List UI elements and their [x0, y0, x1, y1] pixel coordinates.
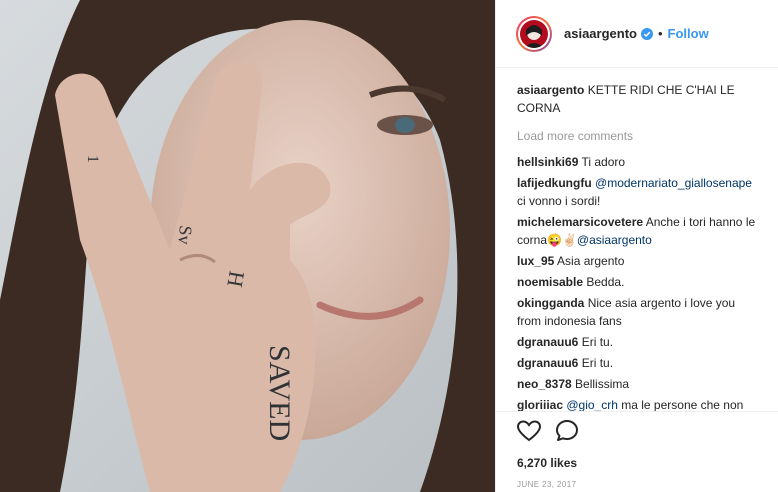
- comment-mention[interactable]: @asiaargento: [577, 233, 652, 247]
- comment-item: gloriiiac @gio_crh ma le persone che non…: [517, 396, 760, 411]
- post-photo[interactable]: H Sv 1 SAVED: [0, 0, 495, 492]
- comment-item: noemisable Bedda.: [517, 273, 760, 291]
- comment-item: lux_95 Asia argento: [517, 252, 760, 270]
- username-link[interactable]: asiaargento: [564, 26, 637, 41]
- comment-item: okingganda Nice asia argento i love you …: [517, 294, 760, 330]
- heart-icon[interactable]: [516, 419, 542, 447]
- comments-list[interactable]: asiaargento KETTE RIDI CHE C'HAI LE CORN…: [496, 69, 778, 411]
- comment-icon[interactable]: [555, 419, 579, 448]
- comment-item: neo_8378 Bellissima: [517, 375, 760, 393]
- comment-username[interactable]: gloriiiac: [517, 398, 563, 411]
- post-caption: asiaargento KETTE RIDI CHE C'HAI LE CORN…: [517, 81, 760, 117]
- comment-username[interactable]: dgranauu6: [517, 356, 578, 370]
- post-date[interactable]: JUNE 23, 2017: [517, 480, 760, 489]
- comment-text: Bellissima: [575, 377, 630, 391]
- comment-item: dgranauu6 Eri tu.: [517, 354, 760, 372]
- comment-username[interactable]: neo_8378: [517, 377, 572, 391]
- selfie-image: H Sv 1 SAVED: [0, 0, 495, 492]
- comment-text: Asia argento: [557, 254, 625, 268]
- caption-username[interactable]: asiaargento: [517, 83, 584, 97]
- comment-username[interactable]: noemisable: [517, 275, 583, 289]
- comment-username[interactable]: okingganda: [517, 296, 584, 310]
- comment-mention[interactable]: @gio_crh: [566, 398, 618, 411]
- avatar-illustration-icon: [524, 24, 544, 48]
- post-header: asiaargento • Follow: [496, 0, 778, 68]
- tattoo-text: SAVED: [263, 345, 296, 441]
- comment-text: Bedda.: [586, 275, 625, 289]
- post-actions: 6,270 likes JUNE 23, 2017: [496, 411, 778, 492]
- comment-username[interactable]: hellsinki69: [517, 155, 578, 169]
- verified-badge-icon: [640, 27, 653, 40]
- follow-button[interactable]: Follow: [668, 26, 709, 41]
- comment-item: hellsinki69 Ti adoro: [517, 153, 760, 171]
- svg-text:1: 1: [84, 155, 101, 163]
- comment-mention[interactable]: @modernariato_giallosenape: [595, 176, 752, 190]
- likes-count[interactable]: 6,270 likes: [517, 456, 760, 470]
- comment-text: Eri tu.: [581, 335, 614, 349]
- load-more-comments-button[interactable]: Load more comments: [517, 127, 760, 145]
- comment-item: dgranauu6 Eri tu.: [517, 333, 760, 351]
- comment-username[interactable]: lafijedkungfu: [517, 176, 592, 190]
- svg-text:Sv: Sv: [174, 225, 196, 246]
- comment-username[interactable]: dgranauu6: [517, 335, 578, 349]
- comment-username[interactable]: michelemarsicovetere: [517, 215, 643, 229]
- header-separator: •: [657, 26, 663, 41]
- comment-item: lafijedkungfu @modernariato_giallosenape…: [517, 174, 760, 210]
- comment-text: Eri tu.: [581, 356, 614, 370]
- comment-item: michelemarsicovetere Anche i tori hanno …: [517, 213, 760, 249]
- avatar[interactable]: [516, 15, 552, 52]
- comment-text: Ti adoro: [581, 155, 626, 169]
- comment-text: ci vonno i sordi!: [517, 194, 601, 208]
- action-icons: [516, 419, 760, 448]
- comment-username[interactable]: lux_95: [517, 254, 554, 268]
- post-sidebar: asiaargento • Follow asiaargento KETTE R…: [495, 0, 778, 492]
